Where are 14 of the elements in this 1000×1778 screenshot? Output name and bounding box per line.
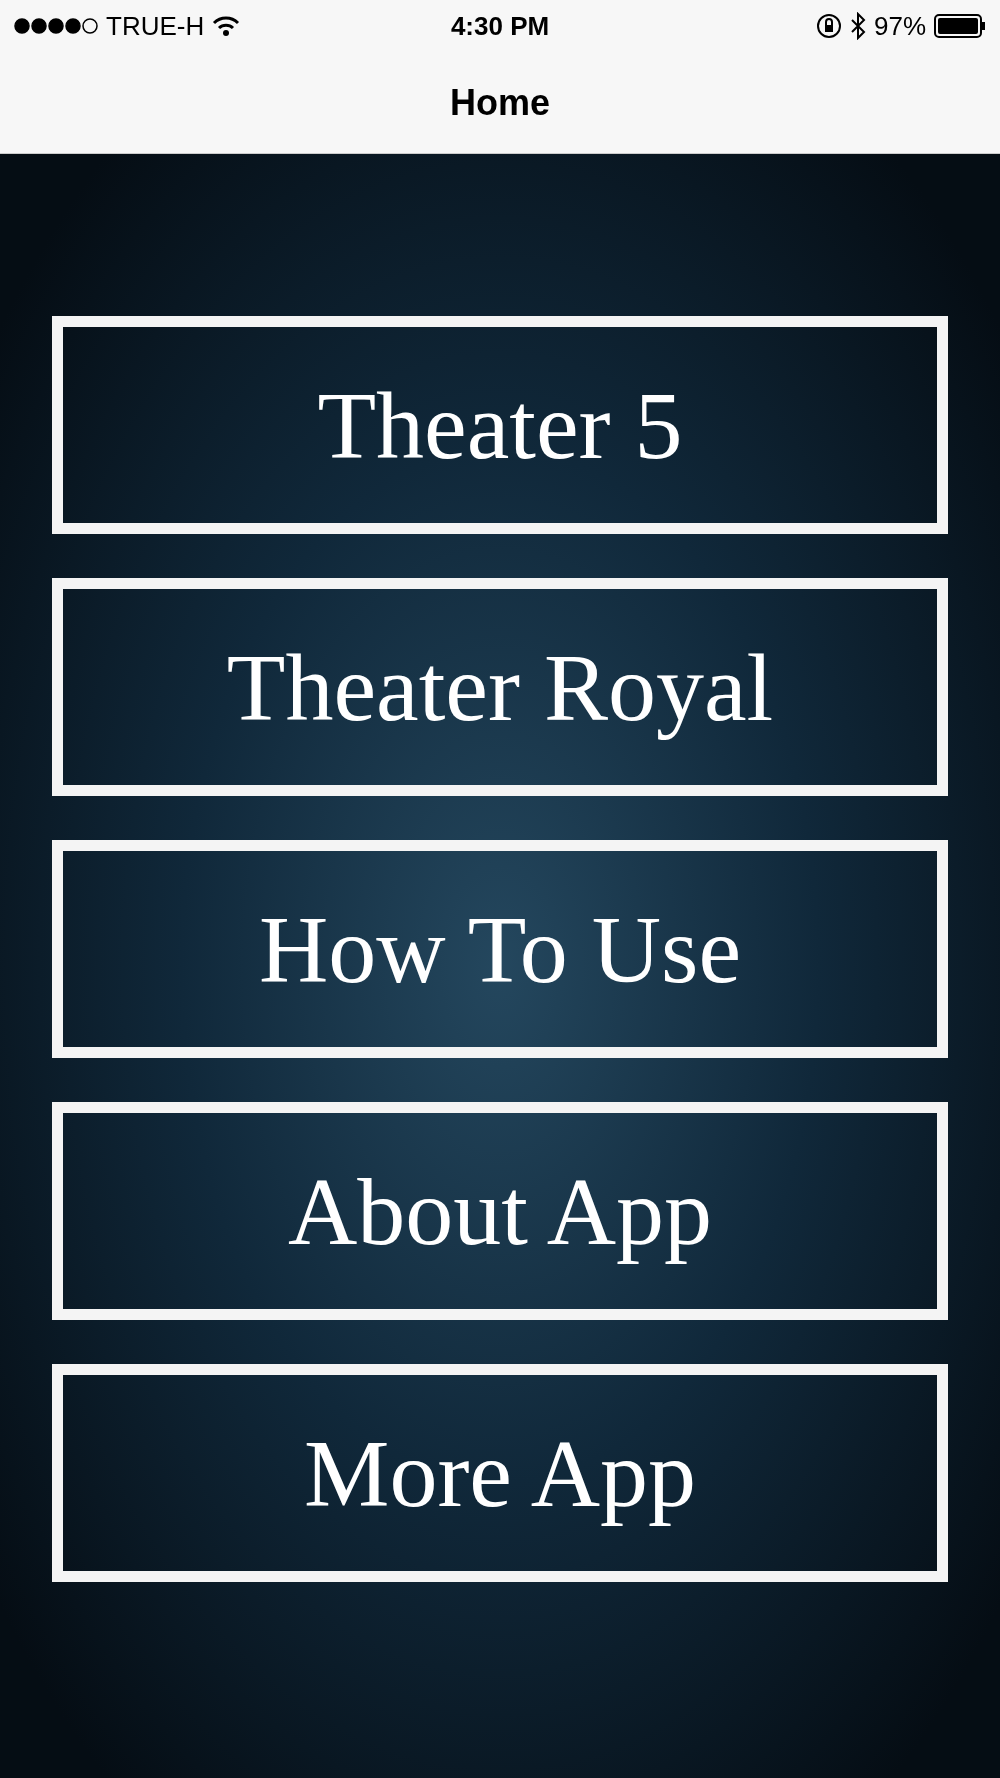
wifi-icon [212, 15, 241, 37]
bluetooth-icon [849, 12, 866, 40]
clock-time: 4:30 PM [450, 10, 550, 42]
battery-icon [934, 14, 986, 38]
battery-percent: 97% [873, 10, 926, 42]
menu-button[interactable]: About App [52, 1102, 948, 1320]
menu-button[interactable]: More App [52, 1364, 948, 1582]
nav-title: Home [450, 81, 550, 124]
rotation-lock-icon [815, 13, 842, 39]
signal-icon [14, 18, 98, 34]
menu-button[interactable]: Theater 5 [52, 316, 948, 534]
menu-button[interactable]: How To Use [52, 840, 948, 1058]
carrier-name: TRUE-H [106, 10, 205, 42]
menu-button[interactable]: Theater Royal [52, 578, 948, 796]
